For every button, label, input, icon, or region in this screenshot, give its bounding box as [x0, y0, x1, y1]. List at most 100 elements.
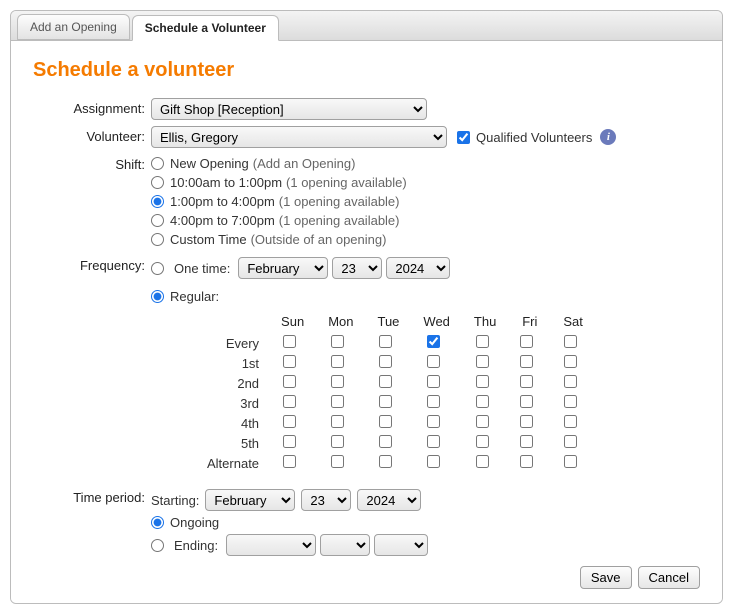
tab-schedule-volunteer[interactable]: Schedule a Volunteer — [132, 15, 279, 41]
chk-1st-fri[interactable] — [520, 355, 533, 368]
shift-custom-note: (Outside of an opening) — [251, 232, 387, 247]
time-period-label: Time period: — [33, 487, 151, 505]
assignment-label: Assignment: — [33, 98, 151, 116]
chk-2nd-sat[interactable] — [564, 375, 577, 388]
frequency-onetime-label: One time: — [174, 261, 230, 276]
chk-alt-tue[interactable] — [379, 455, 392, 468]
chk-every-thu[interactable] — [476, 335, 489, 348]
chk-5th-thu[interactable] — [476, 435, 489, 448]
frequency-radio-onetime[interactable] — [151, 262, 164, 275]
chk-3rd-fri[interactable] — [520, 395, 533, 408]
schedule-panel: Add an Opening Schedule a Volunteer Sche… — [10, 10, 723, 604]
shift-radio-custom[interactable] — [151, 233, 164, 246]
shift-options: New Opening (Add an Opening) 10:00am to … — [151, 154, 700, 249]
chk-5th-wed[interactable] — [427, 435, 440, 448]
time-period-radio-ending[interactable] — [151, 539, 164, 552]
frequency-label: Frequency: — [33, 255, 151, 273]
shift-radio-4pm[interactable] — [151, 214, 164, 227]
chk-1st-mon[interactable] — [331, 355, 344, 368]
shift-10am-label: 10:00am to 1:00pm — [170, 175, 282, 190]
chk-2nd-tue[interactable] — [379, 375, 392, 388]
chk-1st-wed[interactable] — [427, 355, 440, 368]
chk-4th-wed[interactable] — [427, 415, 440, 428]
chk-every-wed[interactable] — [427, 335, 440, 348]
chk-2nd-wed[interactable] — [427, 375, 440, 388]
chk-2nd-mon[interactable] — [331, 375, 344, 388]
chk-every-tue[interactable] — [379, 335, 392, 348]
chk-2nd-sun[interactable] — [283, 375, 296, 388]
starting-day-select[interactable]: 23 — [301, 489, 351, 511]
chk-every-mon[interactable] — [331, 335, 344, 348]
panel-content: Schedule a volunteer Assignment: Gift Sh… — [11, 41, 722, 603]
chk-4th-sat[interactable] — [564, 415, 577, 428]
ending-month-select[interactable] — [226, 534, 316, 556]
shift-4pm-label: 4:00pm to 7:00pm — [170, 213, 275, 228]
grid-row-1st: 1st — [195, 353, 595, 373]
onetime-year-select[interactable]: 2024 — [386, 257, 450, 279]
chk-5th-fri[interactable] — [520, 435, 533, 448]
save-button[interactable]: Save — [580, 566, 632, 589]
chk-4th-thu[interactable] — [476, 415, 489, 428]
chk-4th-sun[interactable] — [283, 415, 296, 428]
chk-3rd-tue[interactable] — [379, 395, 392, 408]
tab-add-opening[interactable]: Add an Opening — [17, 14, 130, 40]
chk-every-sat[interactable] — [564, 335, 577, 348]
chk-4th-mon[interactable] — [331, 415, 344, 428]
chk-3rd-sat[interactable] — [564, 395, 577, 408]
grid-row-5th: 5th — [195, 433, 595, 453]
shift-radio-new-opening[interactable] — [151, 157, 164, 170]
chk-every-sun[interactable] — [283, 335, 296, 348]
shift-10am-note: (1 opening available) — [286, 175, 407, 190]
chk-3rd-mon[interactable] — [331, 395, 344, 408]
chk-5th-mon[interactable] — [331, 435, 344, 448]
tab-bar: Add an Opening Schedule a Volunteer — [11, 11, 722, 41]
day-header-sat: Sat — [551, 312, 595, 333]
shift-radio-10am[interactable] — [151, 176, 164, 189]
shift-radio-1pm[interactable] — [151, 195, 164, 208]
chk-5th-sun[interactable] — [283, 435, 296, 448]
chk-alt-sat[interactable] — [564, 455, 577, 468]
qualified-volunteers-checkbox[interactable] — [457, 131, 470, 144]
assignment-select[interactable]: Gift Shop [Reception] — [151, 98, 427, 120]
info-icon[interactable]: i — [600, 129, 616, 145]
volunteer-select[interactable]: Ellis, Gregory — [151, 126, 447, 148]
chk-1st-tue[interactable] — [379, 355, 392, 368]
chk-4th-fri[interactable] — [520, 415, 533, 428]
row-label-3rd: 3rd — [195, 393, 269, 413]
chk-alt-wed[interactable] — [427, 455, 440, 468]
day-header-thu: Thu — [462, 312, 508, 333]
onetime-month-select[interactable]: February — [238, 257, 328, 279]
onetime-day-select[interactable]: 23 — [332, 257, 382, 279]
grid-row-3rd: 3rd — [195, 393, 595, 413]
qualified-volunteers-wrapper[interactable]: Qualified Volunteers — [457, 130, 592, 145]
ending-day-select[interactable] — [320, 534, 370, 556]
chk-4th-tue[interactable] — [379, 415, 392, 428]
chk-1st-sat[interactable] — [564, 355, 577, 368]
day-header-mon: Mon — [316, 312, 365, 333]
chk-2nd-fri[interactable] — [520, 375, 533, 388]
chk-3rd-sun[interactable] — [283, 395, 296, 408]
chk-3rd-thu[interactable] — [476, 395, 489, 408]
chk-every-fri[interactable] — [520, 335, 533, 348]
shift-label: Shift: — [33, 154, 151, 172]
chk-alt-sun[interactable] — [283, 455, 296, 468]
chk-5th-tue[interactable] — [379, 435, 392, 448]
chk-1st-thu[interactable] — [476, 355, 489, 368]
starting-month-select[interactable]: February — [205, 489, 295, 511]
chk-alt-thu[interactable] — [476, 455, 489, 468]
volunteer-label: Volunteer: — [33, 126, 151, 144]
day-header-tue: Tue — [365, 312, 411, 333]
starting-year-select[interactable]: 2024 — [357, 489, 421, 511]
ending-year-select[interactable] — [374, 534, 428, 556]
cancel-button[interactable]: Cancel — [638, 566, 700, 589]
chk-1st-sun[interactable] — [283, 355, 296, 368]
shift-4pm-note: (1 opening available) — [279, 213, 400, 228]
chk-alt-fri[interactable] — [520, 455, 533, 468]
chk-3rd-wed[interactable] — [427, 395, 440, 408]
time-period-radio-ongoing[interactable] — [151, 516, 164, 529]
day-header-wed: Wed — [411, 312, 462, 333]
chk-2nd-thu[interactable] — [476, 375, 489, 388]
chk-alt-mon[interactable] — [331, 455, 344, 468]
frequency-radio-regular[interactable] — [151, 290, 164, 303]
chk-5th-sat[interactable] — [564, 435, 577, 448]
